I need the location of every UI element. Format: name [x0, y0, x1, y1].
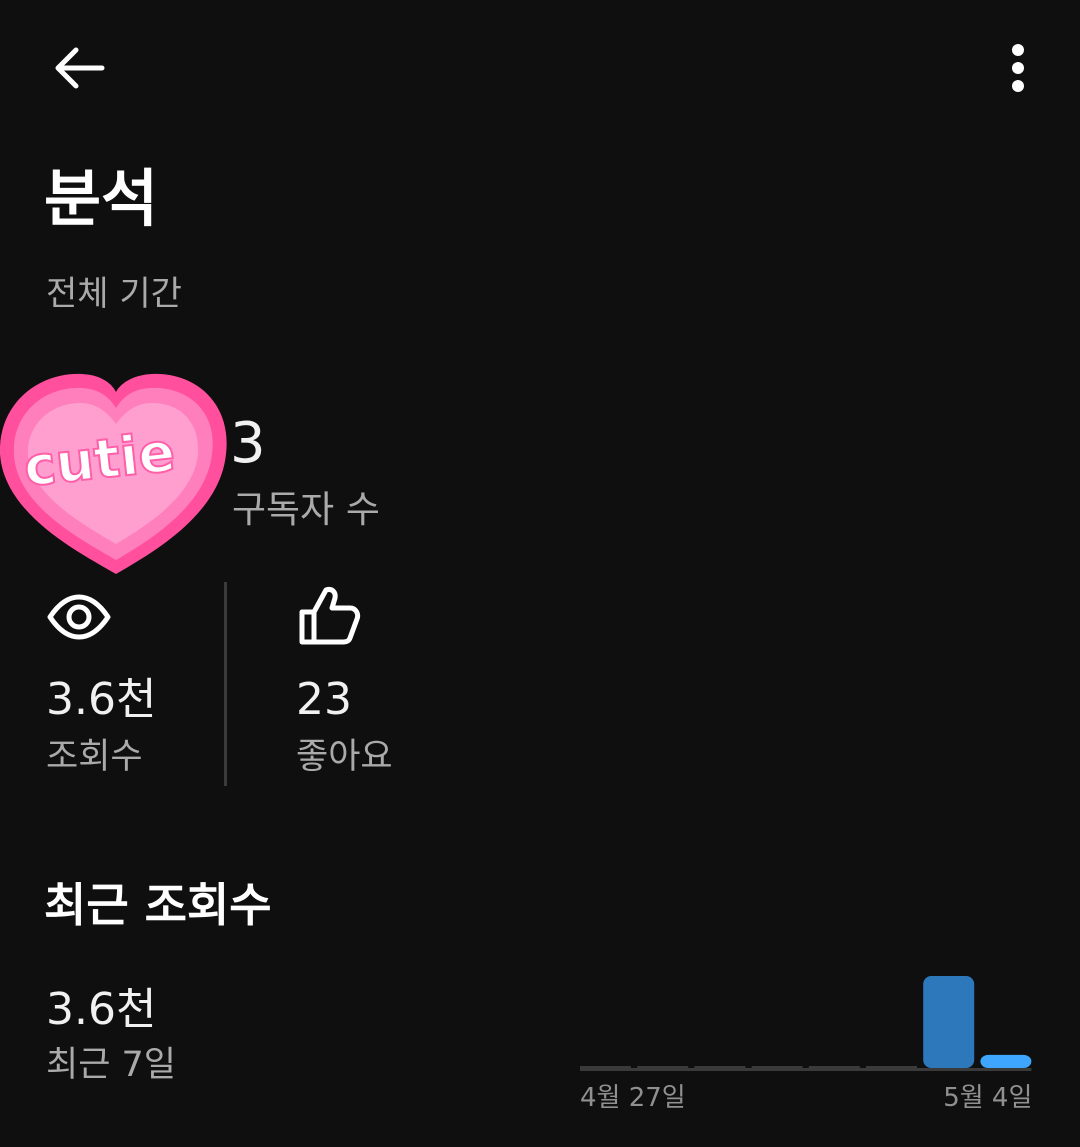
chart-bar [751, 1066, 803, 1068]
chart-bar [923, 976, 975, 1068]
recent-views-chart[interactable]: 4월 27일 5월 4일 [560, 960, 1060, 1120]
recent-views-period: 최근 7일 [46, 1045, 176, 1085]
back-button[interactable] [40, 34, 116, 102]
eye-icon [46, 592, 112, 642]
views-value: 3.6천 [46, 674, 157, 725]
chart-bar [580, 1066, 631, 1068]
chart-bar [694, 1066, 746, 1068]
views-label: 조회수 [46, 737, 143, 777]
recent-views-title: 최근 조회수 [44, 878, 272, 932]
likes-value: 23 [296, 674, 352, 725]
subscriber-count: 3 [230, 411, 266, 476]
thumbs-up-icon [296, 584, 362, 646]
likes-label: 좋아요 [296, 737, 393, 777]
chart-tick-label-end: 5월 4일 [943, 1083, 1032, 1113]
chart-bar [808, 1066, 860, 1068]
period-label: 전체 기간 [46, 274, 182, 314]
subscriber-label: 구독자 수 [232, 488, 380, 531]
heart-sticker: cutie [0, 366, 232, 580]
more-vertical-icon [1012, 44, 1024, 92]
more-options-button[interactable] [990, 34, 1046, 102]
chart-bar [866, 1066, 917, 1068]
chart-bar [637, 1066, 689, 1068]
metric-divider [224, 582, 227, 786]
arrow-left-icon [55, 47, 105, 89]
chart-tick-label-start: 4월 27일 [580, 1083, 686, 1113]
chart-bar [980, 1054, 1032, 1068]
chart-baseline [580, 1068, 1032, 1071]
page-title: 분석 [44, 162, 159, 235]
recent-views-value: 3.6천 [46, 984, 157, 1035]
